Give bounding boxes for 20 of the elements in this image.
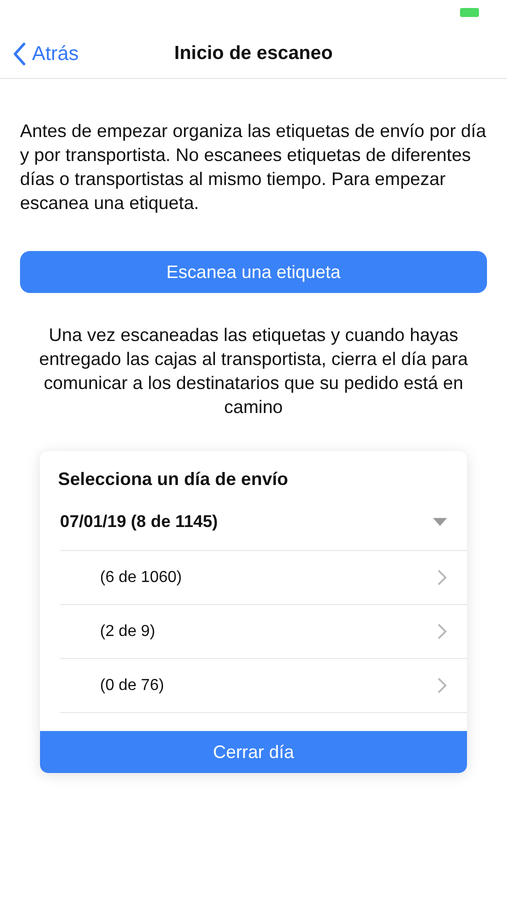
count-label: (0 de 76)	[100, 676, 164, 694]
carrier-row[interactable]: (2 de 9)	[60, 604, 467, 658]
chevron-left-icon	[12, 42, 26, 66]
back-button[interactable]: Atrás	[0, 42, 79, 66]
info-text: Una vez escaneadas las etiquetas y cuando hayas entregado las cajas al transportista, cierra el día para comunicar a los destinatarios que su pedido está en camino	[38, 324, 469, 419]
scan-label-button[interactable]: Escanea una etiqueta	[20, 251, 487, 293]
count-label: (2 de 9)	[100, 622, 156, 640]
intro-text: Antes de empezar organiza las etiquetas de envío por día y por transportista. No escanees etiquetas de diferentes días o transportistas al mismo tiempo. Para empezar escanea una etiqueta.	[20, 120, 487, 215]
card-title: Selecciona un día de envío	[57, 468, 290, 490]
carrier-row[interactable]: (0 de 76)	[60, 658, 467, 712]
screen-title: Inicio de escaneo	[174, 43, 333, 65]
day-label: 07/01/19 (8 de 1145)	[60, 512, 218, 532]
caret-down-icon[interactable]	[433, 518, 447, 526]
count-label: (6 de 1060)	[100, 568, 182, 586]
battery-icon	[460, 8, 479, 17]
chevron-right-icon	[437, 677, 447, 694]
close-day-button[interactable]: Cerrar día	[40, 731, 467, 773]
chevron-right-icon	[437, 569, 447, 586]
chevron-right-icon	[437, 623, 447, 640]
carrier-row[interactable]: (6 de 1060)	[60, 550, 467, 604]
